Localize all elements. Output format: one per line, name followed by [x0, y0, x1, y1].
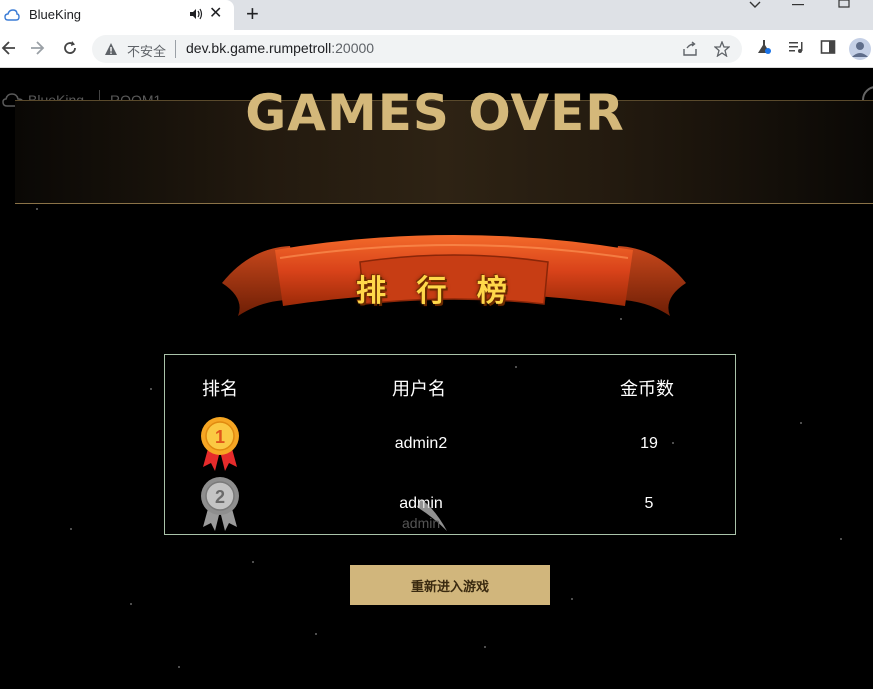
url-port: :20000 [331, 40, 375, 56]
divider [175, 40, 176, 58]
star-icon[interactable] [714, 41, 730, 57]
game-over-title: GAMES OVER [245, 84, 625, 142]
coins-cell: 5 [644, 495, 654, 512]
restart-game-button[interactable]: 重新进入游戏 [350, 565, 550, 605]
new-tab-button[interactable]: + [246, 2, 259, 26]
gold-medal-icon: 1 [201, 417, 239, 471]
share-icon[interactable] [682, 41, 698, 57]
address-bar[interactable]: 不安全 dev.bk.game.rumpetroll:20000 [92, 35, 742, 63]
browser-toolbar: 不安全 dev.bk.game.rumpetroll:20000 [0, 30, 873, 68]
username-cell: admin2 [394, 435, 448, 452]
sidepanel-icon[interactable] [820, 39, 836, 55]
url-text[interactable]: dev.bk.game.rumpetroll:20000 [186, 40, 374, 56]
labs-icon[interactable] [756, 39, 772, 55]
header-rank: 排名 [202, 379, 238, 399]
star [484, 646, 486, 648]
audio-playing-icon[interactable] [189, 7, 203, 21]
profile-icon[interactable] [849, 38, 871, 60]
header-coins: 金币数 [620, 379, 674, 399]
leaderboard-table: 排名 用户名 金币数 1 admin2 19 2 admin [164, 354, 736, 535]
browser-tab[interactable]: BlueKing ✕ [0, 0, 234, 30]
blueking-cloud-icon [4, 9, 20, 21]
back-icon[interactable] [0, 40, 16, 56]
close-tab-icon[interactable]: ✕ [209, 5, 222, 23]
tab-bar: BlueKing ✕ + [0, 0, 873, 30]
star [130, 603, 132, 605]
game-canvas[interactable]: BlueKing ROOM1 GAMES OVER 排 行 榜 [0, 68, 873, 689]
person-icon [852, 42, 868, 57]
star [800, 422, 802, 424]
restore-icon[interactable] [838, 0, 850, 8]
star [840, 538, 842, 540]
tab-search-icon[interactable] [748, 0, 762, 10]
forward-icon[interactable] [30, 40, 46, 56]
star [150, 388, 152, 390]
url-host: dev.bk.game.rumpetroll [186, 40, 332, 56]
medal-rank: 1 [215, 427, 225, 447]
media-icon[interactable] [788, 39, 804, 55]
player-label: admin [402, 515, 441, 531]
star [315, 633, 317, 635]
minimize-icon[interactable] [792, 4, 804, 6]
star [36, 208, 38, 210]
medal-rank: 2 [215, 487, 225, 507]
star [70, 528, 72, 530]
header-username: 用户名 [392, 379, 446, 399]
star [178, 666, 180, 668]
reload-icon[interactable] [62, 40, 78, 56]
silver-medal-icon: 2 [201, 477, 239, 531]
tab-title: BlueKing [29, 7, 82, 22]
security-label[interactable]: 不安全 [127, 41, 166, 60]
coins-cell: 19 [640, 435, 658, 452]
star [571, 598, 573, 600]
warning-icon[interactable] [104, 42, 118, 56]
leaderboard-label: 排 行 榜 [356, 274, 517, 309]
star [252, 561, 254, 563]
